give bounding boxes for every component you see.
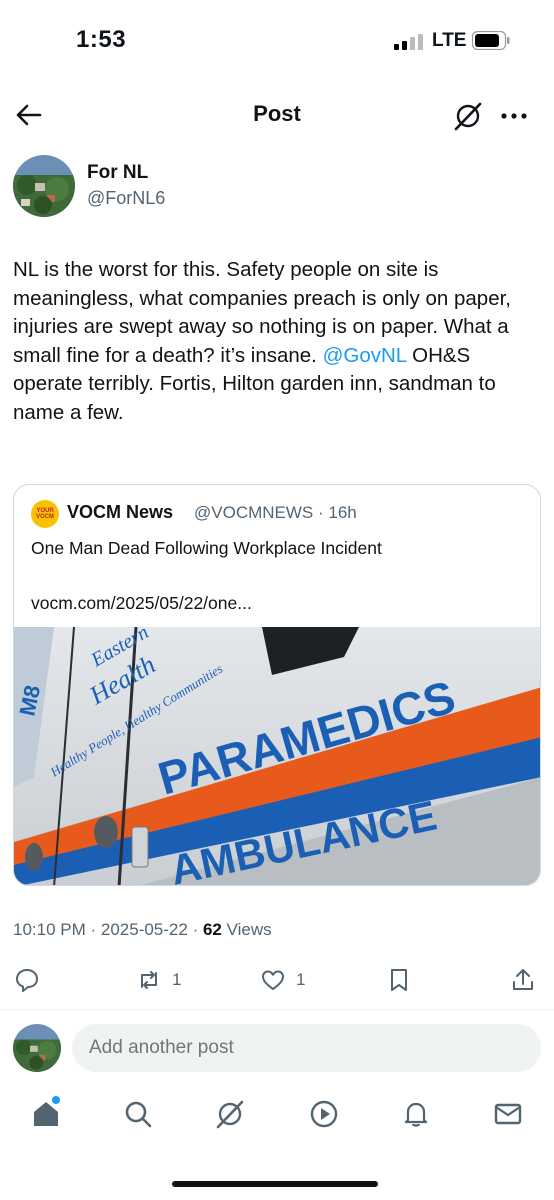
status-bar: 1:53 LTE [0,0,554,84]
user-avatar[interactable] [13,1024,61,1072]
like-count: 1 [296,970,306,989]
quote-headline: One Man Dead Following Workplace Inciden… [31,538,382,558]
share-icon [513,969,533,990]
mail-icon [494,1103,522,1125]
author-name[interactable]: For NL [87,162,148,184]
more-options-icon[interactable] [498,104,530,128]
tab-videos[interactable] [308,1098,344,1134]
mention-link[interactable]: @GovNL [323,344,407,367]
action-bar: 1 1 [0,960,554,1000]
reply-input[interactable] [72,1024,541,1072]
grok-icon [216,1100,244,1129]
repost-count: 1 [172,970,182,989]
quote-link[interactable]: vocm.com/2025/05/22/one... [31,593,252,614]
divider [0,1009,554,1010]
reply-button[interactable] [14,964,40,996]
ambulance-image[interactable]: PARAMEDICS AMBULANCE Eastern Health Heal… [14,627,541,886]
quote-author-meta: @VOCMNEWS · 16h [194,503,357,522]
bell-icon [404,1102,428,1127]
battery-icon [472,31,510,50]
bookmark-button[interactable] [386,964,412,996]
views-count: 62 [202,920,222,939]
vocm-logo-text: YOUR VOCM [36,508,54,520]
author-handle[interactable]: @ForNL6 [87,188,165,209]
like-button[interactable]: 1 [260,964,305,996]
grok-icon[interactable] [452,100,484,132]
author-avatar[interactable] [13,155,75,217]
repost-icon [141,971,157,989]
tab-grok[interactable] [214,1098,250,1134]
new-posts-indicator [52,1096,60,1104]
tab-messages[interactable] [492,1098,528,1134]
share-button[interactable] [510,964,536,996]
post-text: NL is the worst for this. Safety people … [13,256,541,427]
vocm-logo: YOUR VOCM [31,500,59,528]
home-indicator [172,1181,378,1187]
quoted-post-card[interactable]: YOUR VOCM VOCM News @VOCMNEWS · 16h One M… [13,484,541,886]
tab-search[interactable] [122,1098,158,1134]
reply-icon [16,969,38,992]
post-timestamp: 10:10 PM · 2025-05-22 · 62 Views [13,920,272,939]
search-icon [125,1101,152,1128]
bottom-tab-bar [0,1090,554,1150]
status-time: 1:53 [76,26,127,53]
network-label: LTE [432,30,467,51]
tab-home[interactable] [30,1098,66,1134]
quote-author-name: VOCM News [67,502,174,522]
repost-button[interactable]: 1 [136,964,181,996]
heart-icon [262,970,284,990]
play-icon [310,1100,338,1128]
tab-notifications[interactable] [400,1098,436,1134]
signal-icon [394,34,423,50]
bookmark-icon [391,969,407,991]
post-header: Post [0,88,554,144]
